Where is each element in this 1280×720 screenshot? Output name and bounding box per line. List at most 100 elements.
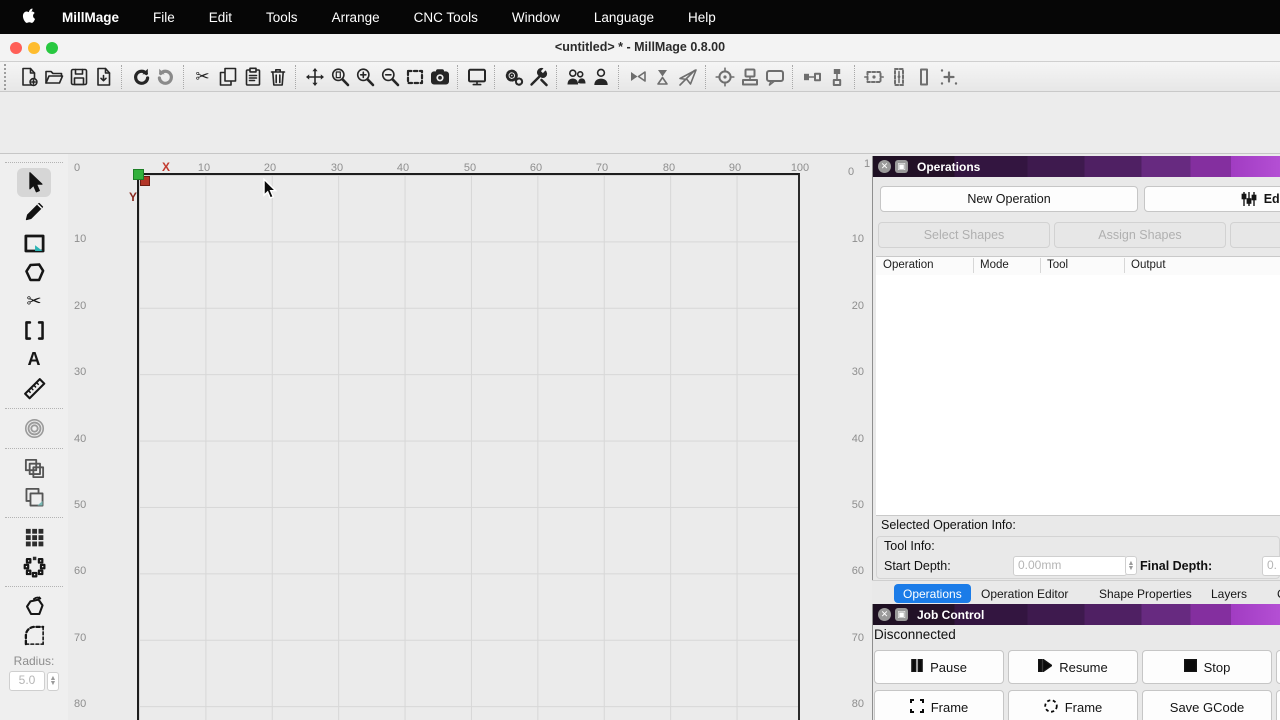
- text-kerning-icon[interactable]: [762, 64, 787, 90]
- measure-tool[interactable]: [17, 374, 51, 403]
- zoom-to-page-icon[interactable]: [327, 64, 352, 90]
- toolbar-drag-handle[interactable]: [4, 64, 12, 90]
- menu-item-window[interactable]: Window: [512, 10, 560, 25]
- new-operation-button[interactable]: New Operation: [880, 186, 1138, 212]
- menu-item-tools[interactable]: Tools: [266, 10, 298, 25]
- start-depth-field[interactable]: 0.00mm: [1013, 556, 1127, 576]
- rectangle-tool[interactable]: [17, 229, 51, 258]
- close-panel-icon[interactable]: ✕: [878, 160, 891, 173]
- column-output[interactable]: Output: [1131, 259, 1166, 271]
- float-panel-icon[interactable]: ▣: [895, 608, 908, 621]
- distribute-vertical-icon[interactable]: [824, 64, 849, 90]
- column-operation[interactable]: Operation: [883, 259, 934, 271]
- tab-shape-properties[interactable]: Shape Properties: [1090, 584, 1201, 603]
- draw-tool[interactable]: [17, 197, 51, 226]
- save-file-icon[interactable]: [66, 64, 91, 90]
- stop-button[interactable]: Stop: [1142, 650, 1272, 684]
- window-title-bar: <untitled> * - MillMage 0.8.00: [0, 34, 1280, 62]
- tab-operations[interactable]: Operations: [894, 584, 971, 603]
- frame-square-button[interactable]: Frame: [874, 690, 1004, 720]
- polygon-tool[interactable]: [17, 258, 51, 287]
- select-shapes-button[interactable]: Select Shapes: [878, 222, 1050, 248]
- apple-menu-icon[interactable]: [20, 7, 36, 27]
- fillet-tool[interactable]: [17, 621, 51, 650]
- menu-item-help[interactable]: Help: [688, 10, 716, 25]
- paste-icon[interactable]: [240, 64, 265, 90]
- menu-item-arrange[interactable]: Arrange: [332, 10, 380, 25]
- zoom-out-icon[interactable]: [377, 64, 402, 90]
- operations-table-body[interactable]: [876, 275, 1280, 516]
- toolbar-separator: [295, 65, 297, 89]
- close-panel-icon[interactable]: ✕: [878, 608, 891, 621]
- menu-item-language[interactable]: Language: [594, 10, 654, 25]
- circular-array-tool[interactable]: [17, 552, 51, 581]
- tab-operation-editor[interactable]: Operation Editor: [972, 584, 1077, 603]
- save-gcode-button[interactable]: Save GCode: [1142, 690, 1272, 720]
- window-title: <untitled> * - MillMage 0.8.00: [0, 40, 1280, 54]
- grid-array-tool[interactable]: [17, 523, 51, 552]
- flip-horizontal-icon[interactable]: [650, 64, 675, 90]
- column-mode[interactable]: Mode: [980, 259, 1009, 271]
- move-icon[interactable]: [302, 64, 327, 90]
- cut-icon[interactable]: ✂: [190, 64, 215, 90]
- machine-tools-icon[interactable]: [526, 64, 551, 90]
- sliders-icon: [1241, 191, 1257, 207]
- radius-stepper[interactable]: ▲▼: [47, 672, 59, 691]
- import-file-icon[interactable]: [91, 64, 116, 90]
- node-edit-tool[interactable]: [17, 316, 51, 345]
- operations-panel-titlebar[interactable]: ✕ ▣ Operations: [873, 156, 1280, 177]
- tab-layers[interactable]: Layers: [1202, 584, 1256, 603]
- tab-camera-clipped[interactable]: C: [1268, 584, 1280, 603]
- select-tool[interactable]: [17, 168, 51, 197]
- delete-icon[interactable]: [265, 64, 290, 90]
- shear-icon[interactable]: [675, 64, 700, 90]
- assign-shapes-button[interactable]: Assign Shapes: [1054, 222, 1226, 248]
- path-cut-tool[interactable]: ✂: [17, 287, 51, 316]
- frame-circle-button[interactable]: Frame: [1008, 690, 1138, 720]
- menu-item-cnc-tools[interactable]: CNC Tools: [414, 10, 478, 25]
- clipped-button[interactable]: [1276, 650, 1280, 684]
- open-file-icon[interactable]: [41, 64, 66, 90]
- size-vertical-icon[interactable]: [886, 64, 911, 90]
- new-file-icon[interactable]: [16, 64, 41, 90]
- delete-operation-button[interactable]: [1230, 222, 1280, 248]
- resume-button[interactable]: Resume: [1008, 650, 1138, 684]
- marquee-select-icon[interactable]: [402, 64, 427, 90]
- pause-button[interactable]: Pause: [874, 650, 1004, 684]
- document-area[interactable]: [137, 173, 800, 720]
- menu-item-app[interactable]: MillMage: [62, 10, 119, 25]
- offset-shape-tool[interactable]: [17, 414, 51, 443]
- float-panel-icon[interactable]: ▣: [895, 160, 908, 173]
- screenshot-icon[interactable]: [427, 64, 452, 90]
- edit-operation-button[interactable]: Edit: [1144, 186, 1280, 212]
- size-reference-icon[interactable]: [861, 64, 886, 90]
- size-bracket-icon[interactable]: [911, 64, 936, 90]
- menu-item-edit[interactable]: Edit: [209, 10, 232, 25]
- boolean-union-tool[interactable]: [17, 454, 51, 483]
- set-origin-icon[interactable]: [712, 64, 737, 90]
- user-icon[interactable]: [588, 64, 613, 90]
- size-position-icon[interactable]: [936, 64, 961, 90]
- users-icon[interactable]: [563, 64, 588, 90]
- start-depth-stepper[interactable]: ▲▼: [1125, 556, 1137, 575]
- copy-icon[interactable]: [215, 64, 240, 90]
- undo-icon[interactable]: [128, 64, 153, 90]
- redo-icon[interactable]: [153, 64, 178, 90]
- rotate-shape-tool[interactable]: [17, 592, 51, 621]
- final-depth-field[interactable]: 0.: [1262, 556, 1280, 576]
- display-icon[interactable]: [464, 64, 489, 90]
- clipped-button[interactable]: [1276, 690, 1280, 720]
- machine-align-icon[interactable]: [737, 64, 762, 90]
- settings-icon[interactable]: [501, 64, 526, 90]
- distribute-horizontal-icon[interactable]: [799, 64, 824, 90]
- design-canvas[interactable]: 0 10 20 30 40 50 60 70 80 90 100 1 10 20…: [68, 154, 872, 720]
- radius-field[interactable]: 5.0: [9, 671, 45, 691]
- menu-item-file[interactable]: File: [153, 10, 175, 25]
- zoom-in-icon[interactable]: [352, 64, 377, 90]
- origin-marker-green[interactable]: [133, 169, 144, 180]
- job-control-titlebar[interactable]: ✕ ▣ Job Control: [873, 604, 1280, 625]
- text-tool[interactable]: A: [17, 345, 51, 374]
- column-tool[interactable]: Tool: [1047, 259, 1068, 271]
- boolean-subtract-tool[interactable]: [17, 483, 51, 512]
- flip-vertical-icon[interactable]: [625, 64, 650, 90]
